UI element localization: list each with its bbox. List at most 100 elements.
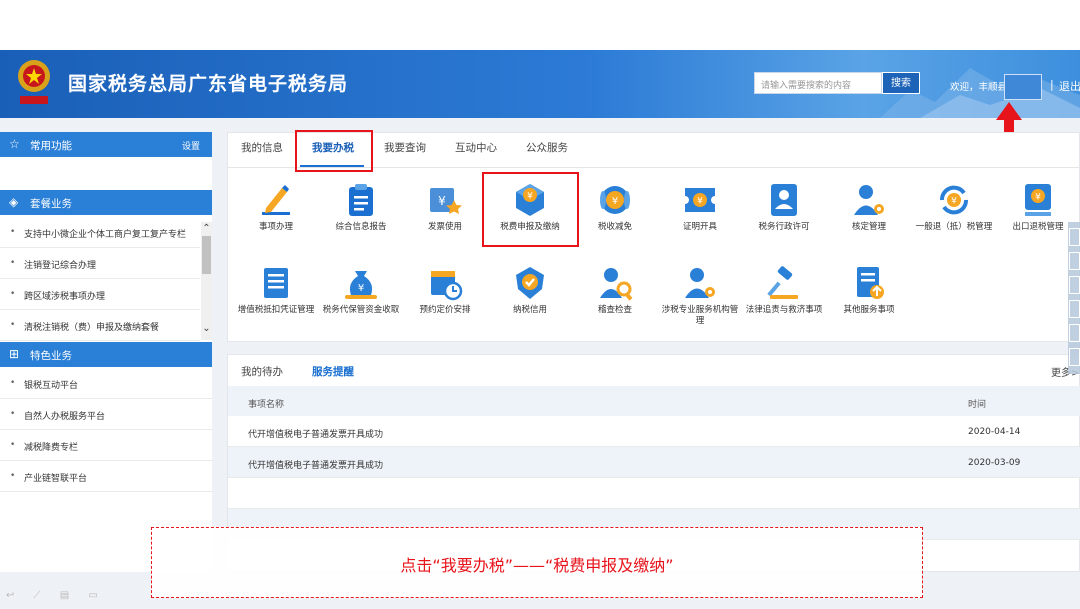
bullet-icon: •	[10, 378, 16, 388]
func-item-info-report[interactable]: 综合信息报告	[321, 182, 401, 254]
sidebar-special-header[interactable]: ⊞ 特色业务	[0, 342, 212, 367]
search-button[interactable]: 搜索	[882, 72, 920, 94]
func-item-other-services[interactable]: 其他服务事项	[829, 265, 909, 337]
highlight-box-tab	[295, 130, 373, 172]
tab-query[interactable]: 我要查询	[384, 140, 426, 155]
agent-gear-icon	[685, 268, 715, 298]
bullet-icon: •	[10, 289, 16, 299]
func-item-inspection[interactable]: 稽查检查	[575, 265, 655, 337]
sidebar-item-label: 清税注销税（费）申报及缴纳套餐	[24, 323, 160, 333]
table-row[interactable]: 代开增值税电子普通发票开具成功 2020-03-09	[228, 447, 1080, 478]
sidebar-item-bank-tax[interactable]: • 银税互动平台	[0, 368, 212, 399]
pencil-icon	[262, 185, 290, 215]
bullet-icon: •	[10, 227, 16, 237]
func-label: 稽查检查	[597, 305, 632, 315]
func-label: 税务行政许可	[758, 222, 810, 232]
func-label: 证明开具	[682, 222, 717, 232]
grid-icon: ⊞	[9, 347, 20, 361]
sidebar-item-label: 产业链智联平台	[24, 474, 88, 484]
sidebar-item-tax-reduction[interactable]: • 减税降费专栏	[0, 430, 212, 461]
money-bag-icon: ¥	[345, 271, 377, 299]
func-label: 税收减免	[597, 222, 632, 232]
sidebar-item-industry-chain[interactable]: • 产业链智联平台	[0, 461, 212, 492]
svg-text:¥: ¥	[697, 197, 703, 207]
search-input[interactable]: 请输入需要搜索的内容	[754, 72, 882, 94]
tab-my-info[interactable]: 我的信息	[241, 140, 283, 155]
sidebar-item-natural-person[interactable]: • 自然人办税服务平台	[0, 399, 212, 430]
sidebar-setting-link[interactable]: 设置	[182, 139, 200, 152]
row-name: 代开增值税电子普通发票开具成功	[248, 461, 384, 471]
chat-icon[interactable]	[1069, 300, 1080, 318]
chevron-up-icon[interactable]: ⌃	[201, 222, 212, 236]
sidebar-item-deregistration[interactable]: • 注销登记综合办理	[0, 248, 200, 279]
id-card-icon	[771, 184, 797, 216]
func-item-custody-funds[interactable]: ¥ 税务代保管资金收取	[321, 265, 401, 337]
table-header: 事项名称 时间	[228, 386, 1080, 416]
func-item-tax-agents[interactable]: 涉税专业服务机构管理	[660, 265, 740, 337]
logout-link[interactable]: 退出	[1059, 78, 1080, 94]
func-item-invoice[interactable]: ¥ 发票使用	[405, 182, 485, 254]
func-item-credit[interactable]: 纳税信用	[490, 265, 570, 337]
sidebar-item-cross-region[interactable]: • 跨区域涉税事项办理	[0, 279, 200, 310]
func-item-pricing[interactable]: 预约定价安排	[405, 265, 485, 337]
svg-text:¥: ¥	[358, 283, 364, 294]
sidebar-package-header[interactable]: ◈ 套餐业务	[0, 190, 212, 215]
edit-icon[interactable]	[1069, 348, 1080, 366]
func-label: 其他服务事项	[843, 305, 895, 315]
sidebar-item-label: 注销登记综合办理	[24, 261, 97, 271]
tab-public-service[interactable]: 公众服务	[526, 140, 568, 155]
sidebar-item-label: 跨区域涉税事项办理	[24, 292, 106, 302]
sidebar-item-clearance-package[interactable]: • 清税注销税（费）申报及缴纳套餐	[0, 310, 200, 341]
inspect-icon	[600, 268, 633, 301]
sidebar-common-header[interactable]: ☆ 常用功能 设置	[0, 132, 212, 157]
site-title: 国家税务总局广东省电子税务局	[68, 73, 349, 95]
username-box	[1004, 74, 1042, 100]
svg-text:¥: ¥	[1035, 193, 1041, 203]
func-item-matters[interactable]: 事项办理	[236, 182, 316, 254]
func-item-certificate[interactable]: ¥ 证明开具	[660, 182, 740, 254]
sidebar-common-label: 常用功能	[30, 140, 72, 152]
func-label: 纳税信用	[512, 305, 547, 315]
sidebar-scroll-thumb[interactable]	[202, 236, 211, 274]
refund-cycle-icon: ¥	[939, 185, 969, 215]
eye-icon[interactable]	[1069, 252, 1080, 270]
func-item-vat-deduction[interactable]: 增值税抵扣凭证管理	[236, 265, 316, 337]
tab-interaction[interactable]: 互动中心	[455, 140, 497, 155]
func-item-legal[interactable]: 法律追责与救济事项	[744, 265, 824, 337]
tab-service-reminder[interactable]: 服务提醒	[312, 364, 354, 379]
list-icon[interactable]	[1069, 324, 1080, 342]
row-name: 代开增值税电子普通发票开具成功	[248, 430, 384, 440]
site-header: 国家税务总局广东省电子税务局 请输入需要搜索的内容 搜索 欢迎，丰顺县 | 退出	[0, 50, 1080, 118]
tab-my-todo[interactable]: 我的待办	[241, 364, 283, 379]
func-item-tax-relief[interactable]: ¥ 税收减免	[575, 182, 655, 254]
document-icon[interactable]	[1069, 276, 1080, 294]
table-row-empty	[228, 478, 1080, 509]
credit-badge-icon	[516, 267, 544, 299]
func-label: 出口退税管理	[1012, 222, 1064, 232]
chevron-down-icon[interactable]: ⌄	[201, 322, 212, 336]
invoice-icon: ¥	[430, 188, 462, 214]
welcome-text: 欢迎，丰顺县	[950, 82, 1008, 93]
table-row[interactable]: 代开增值税电子普通发票开具成功 2020-04-14	[228, 416, 1080, 447]
func-item-export-refund[interactable]: ¥ 出口退税管理	[998, 182, 1078, 254]
star-icon: ☆	[9, 137, 20, 151]
sidebar-item-label: 支持中小微企业个体工商户复工复产专栏	[24, 230, 187, 240]
export-icon: ¥	[1025, 184, 1051, 216]
location-icon[interactable]	[1069, 228, 1080, 246]
func-label: 预约定价安排	[419, 305, 471, 315]
row-time: 2020-03-09	[968, 458, 1021, 468]
column-header-time: 时间	[968, 400, 987, 410]
receipt-icon	[264, 268, 288, 298]
annotation-text: 点击“我要办税”——“税费申报及缴纳”	[400, 556, 674, 575]
func-item-assessment[interactable]: 核定管理	[829, 182, 909, 254]
ticket-icon: ¥	[685, 188, 715, 212]
gavel-icon	[767, 266, 798, 299]
func-item-admin-permit[interactable]: 税务行政许可	[744, 182, 824, 254]
sidebar-item-support-smb[interactable]: • 支持中小微企业个体工商户复工复产专栏	[0, 217, 200, 248]
sidebar-item-label: 银税互动平台	[24, 381, 79, 391]
func-label: 事项办理	[258, 222, 293, 232]
sidebar-item-label: 减税降费专栏	[24, 443, 79, 453]
func-item-refund[interactable]: ¥ 一般退（抵）税管理	[914, 182, 994, 254]
func-label: 涉税专业服务机构管理	[661, 305, 739, 326]
national-emblem-icon	[18, 60, 50, 104]
